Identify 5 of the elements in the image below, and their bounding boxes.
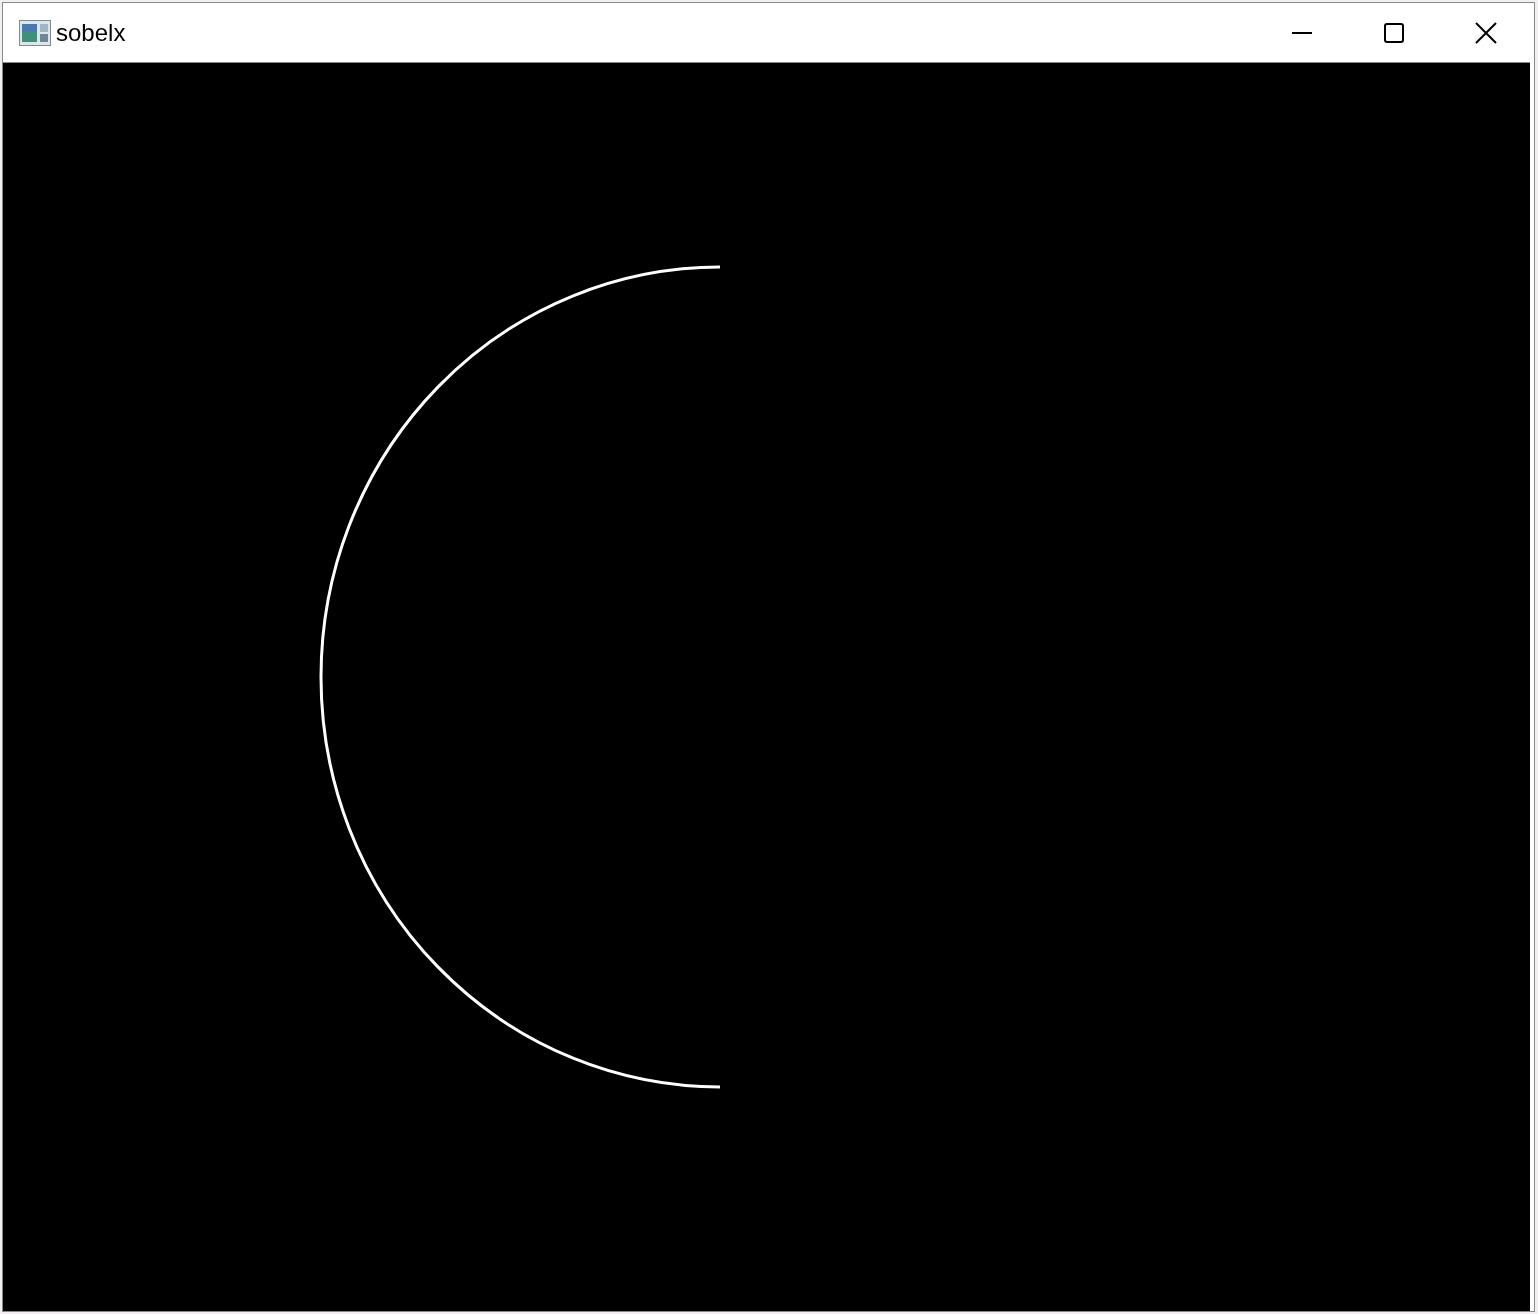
window-title: sobelx (56, 17, 126, 48)
app-icon (19, 19, 51, 46)
close-icon (1475, 21, 1497, 44)
maximize-icon (1384, 22, 1404, 43)
minimize-icon (1292, 31, 1312, 34)
